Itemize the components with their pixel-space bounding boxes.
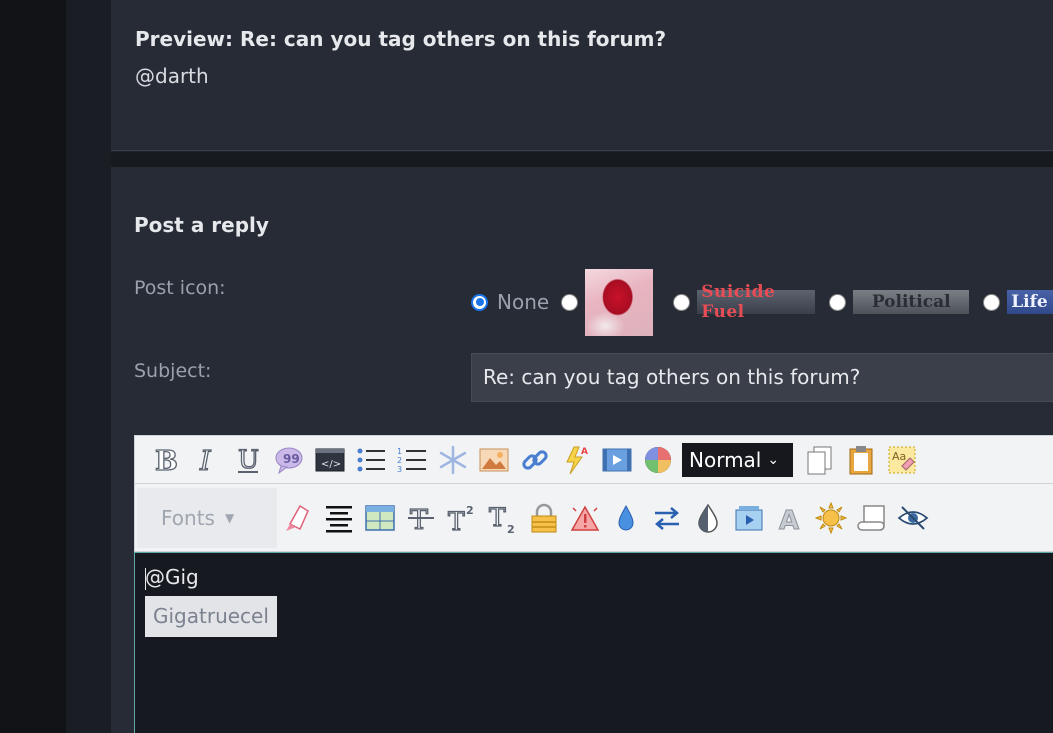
preview-title: Preview: Re: can you tag others on this … (135, 27, 667, 51)
quote-icon[interactable]: 99 (268, 442, 309, 478)
editor-text: @Gig (145, 565, 199, 589)
svg-text:Aa: Aa (892, 450, 906, 463)
svg-text:A: A (581, 447, 588, 457)
post-icon-radio-suicide-fuel[interactable] (673, 293, 691, 311)
subscript-icon[interactable]: T2 (482, 500, 523, 536)
lock-icon[interactable] (523, 500, 564, 536)
post-icon-label: Post icon: (134, 277, 226, 299)
underline-icon[interactable]: U (227, 442, 268, 478)
subject-label: Subject: (134, 360, 212, 382)
editor-toolbar-primary: B I U 99 </> 123 A Normal ⌄ Aa (134, 435, 1053, 484)
svg-text:3: 3 (397, 465, 402, 474)
bullet-list-icon[interactable] (350, 442, 391, 478)
color-picker-icon[interactable] (637, 442, 678, 478)
svg-text:2: 2 (507, 523, 515, 534)
fonts-dropdown-label: Fonts (161, 505, 215, 530)
align-center-icon[interactable] (318, 500, 359, 536)
video-icon[interactable] (596, 442, 637, 478)
italic-icon[interactable]: I (186, 442, 227, 478)
subject-input[interactable]: Re: can you tag others on this forum? (471, 353, 1053, 402)
fonts-dropdown[interactable]: Fonts ▼ (137, 487, 277, 548)
link-icon[interactable] (514, 442, 555, 478)
table-icon[interactable] (359, 500, 400, 536)
svg-text:2: 2 (397, 456, 402, 465)
post-icon-suicide-fuel-banner[interactable]: Suicide Fuel (697, 282, 816, 322)
svg-text:2: 2 (466, 504, 474, 517)
post-icon-radio-political[interactable] (829, 293, 847, 311)
code-icon[interactable]: </> (309, 442, 350, 478)
format-select-value: Normal (689, 447, 762, 472)
chevron-down-icon: ⌄ (767, 451, 780, 468)
post-icon-radio-life[interactable] (983, 293, 1001, 311)
media-icon[interactable] (728, 500, 769, 536)
post-icon-heart-image[interactable] (585, 268, 654, 336)
reply-panel: Post a reply Post icon: None Suicide Fue… (111, 167, 1053, 733)
contrast-drop-icon[interactable] (687, 500, 728, 536)
strikethrough-icon[interactable]: T (400, 500, 441, 536)
superscript-icon[interactable]: T2 (441, 500, 482, 536)
post-icon-none-label[interactable]: None (497, 290, 549, 314)
paste-icon[interactable] (840, 442, 881, 478)
image-icon[interactable] (473, 442, 514, 478)
eye-hide-icon[interactable] (892, 500, 933, 536)
preview-panel: Preview: Re: can you tag others on this … (111, 0, 1053, 151)
svg-text:T: T (410, 505, 428, 534)
mention-suggestion[interactable]: Gigatruecel (145, 596, 277, 637)
editor-body[interactable]: @Gig Gigatruecel (134, 552, 1053, 733)
flash-icon[interactable]: A (555, 442, 596, 478)
drop-icon[interactable] (605, 500, 646, 536)
text-style-icon[interactable]: A (769, 500, 810, 536)
post-icon-life-banner[interactable]: Life (1007, 290, 1053, 314)
scroll-icon[interactable] (851, 500, 892, 536)
svg-text:B: B (155, 446, 178, 476)
post-icon-options: None Suicide Fuel Political Life (471, 267, 1053, 337)
editor-toolbar-secondary: Fonts ▼ T T2 T2 A (134, 484, 1053, 552)
list-item-asterisk-icon[interactable] (432, 442, 473, 478)
warning-icon[interactable] (564, 500, 605, 536)
post-icon-radio-none[interactable] (471, 293, 488, 311)
rich-text-editor: B I U 99 </> 123 A Normal ⌄ Aa Fonts ▼ T… (134, 435, 1053, 733)
preview-body: @darth (135, 64, 209, 88)
copy-icon[interactable] (799, 442, 840, 478)
sun-icon[interactable] (810, 500, 851, 536)
left-gutter (0, 0, 66, 733)
format-select[interactable]: Normal ⌄ (682, 442, 793, 477)
left-gutter-inner (66, 0, 111, 733)
svg-text:U: U (238, 445, 259, 474)
svg-text:I: I (199, 446, 212, 476)
caret-down-icon: ▼ (224, 510, 235, 525)
panel-divider (111, 152, 1053, 167)
remove-format-icon[interactable]: Aa (881, 442, 922, 478)
swap-arrows-icon[interactable] (646, 500, 687, 536)
highlighter-icon[interactable] (277, 500, 318, 536)
bold-icon[interactable]: B (145, 442, 186, 478)
svg-text:1: 1 (397, 447, 402, 456)
svg-text:A: A (779, 506, 799, 534)
svg-text:</>: </> (321, 459, 341, 470)
reply-title: Post a reply (134, 213, 269, 237)
post-icon-political-banner[interactable]: Political (853, 290, 970, 314)
svg-text:T: T (448, 507, 465, 534)
post-icon-radio-heart[interactable] (561, 293, 579, 311)
svg-text:99: 99 (283, 452, 300, 466)
svg-text:T: T (489, 503, 506, 532)
numbered-list-icon[interactable]: 123 (391, 442, 432, 478)
